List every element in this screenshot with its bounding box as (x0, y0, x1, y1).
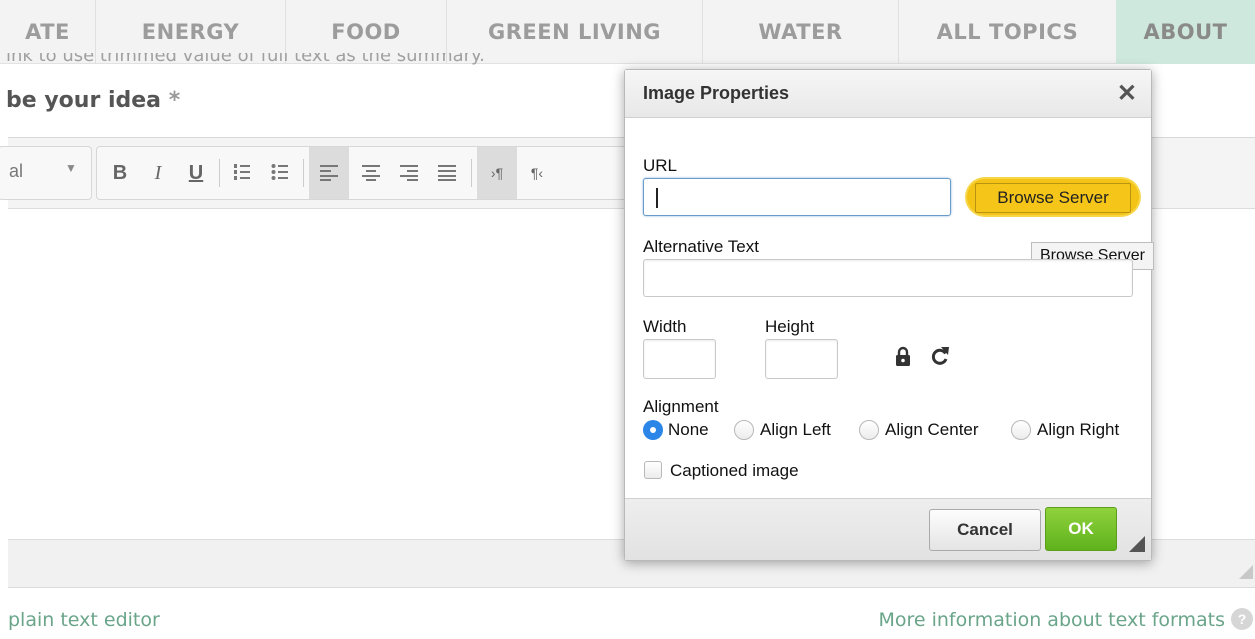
ok-button[interactable]: OK (1045, 507, 1117, 551)
plain-text-editor-link[interactable]: plain text editor (8, 609, 160, 631)
alignment-none-label[interactable]: None (668, 420, 709, 440)
alternative-text-input[interactable] (643, 259, 1133, 297)
alignment-label: Alignment (643, 397, 719, 416)
browse-server-button[interactable]: Browse Server (967, 179, 1139, 215)
url-label: URL (643, 156, 678, 175)
alignment-left-label[interactable]: Align Left (760, 420, 831, 440)
description-field-label: be your idea * (6, 88, 180, 113)
dialog-title: Image Properties (643, 83, 790, 103)
align-right-icon[interactable] (391, 147, 427, 199)
toolbar-divider (219, 159, 220, 187)
alignment-right-radio[interactable] (1011, 420, 1031, 440)
toolbar-divider (303, 159, 304, 187)
lock-ratio-icon[interactable] (895, 346, 911, 366)
alignment-left-radio[interactable] (734, 420, 754, 440)
height-input[interactable] (765, 339, 838, 379)
alternative-text-label: Alternative Text (643, 237, 759, 256)
close-icon[interactable]: ✕ (1117, 79, 1137, 108)
alignment-center-radio[interactable] (859, 420, 879, 440)
align-center-icon[interactable] (353, 147, 389, 199)
url-input[interactable] (643, 178, 951, 216)
summary-hint-text: ink to use trimmed value of full text as… (6, 53, 485, 66)
ltr-direction-icon[interactable]: ›¶ (477, 147, 517, 199)
resize-handle-icon[interactable] (1239, 565, 1253, 579)
chevron-down-icon: ▼ (65, 161, 77, 175)
justify-icon[interactable] (429, 147, 465, 199)
italic-button[interactable]: I (141, 147, 175, 199)
alignment-center-label[interactable]: Align Center (885, 420, 979, 440)
width-label: Width (643, 317, 687, 336)
numbered-list-icon[interactable] (225, 147, 259, 199)
dialog-header: Image Properties ✕ (625, 70, 1151, 118)
alignment-right-label[interactable]: Align Right (1037, 420, 1119, 440)
align-left-icon[interactable] (309, 147, 349, 199)
bulleted-list-icon[interactable] (263, 147, 297, 199)
captioned-image-checkbox[interactable] (644, 461, 662, 479)
nav-tab-all-topics[interactable]: ALL TOPICS (899, 0, 1116, 64)
nav-tab-green-living[interactable]: GREEN LIVING (447, 0, 702, 64)
bold-button[interactable]: B (103, 147, 137, 199)
dialog-footer: Cancel OK (625, 498, 1151, 560)
nav-tab-about[interactable]: ABOUT (1116, 0, 1255, 64)
field-label-text: be your idea (6, 88, 162, 113)
cancel-button[interactable]: Cancel (929, 509, 1041, 551)
underline-button[interactable]: U (179, 147, 213, 199)
help-icon[interactable]: ? (1231, 608, 1253, 630)
browse-server-label: Browse Server (975, 183, 1131, 213)
captioned-image-label[interactable]: Captioned image (670, 461, 799, 481)
image-properties-dialog: Image Properties ✕ URL Browse Server Bro… (624, 69, 1154, 561)
format-select[interactable]: al ▼ (0, 146, 92, 200)
formatting-button-group: B I U ›¶ ¶‹ (96, 146, 696, 200)
text-formats-info-link[interactable]: More information about text formats (878, 609, 1225, 631)
nav-tab-water[interactable]: WATER (703, 0, 898, 64)
width-input[interactable] (643, 339, 716, 379)
format-select-value: al (9, 161, 24, 181)
reset-size-icon[interactable] (930, 345, 950, 367)
text-cursor (656, 188, 658, 208)
rtl-direction-icon[interactable]: ¶‹ (519, 147, 555, 199)
toolbar-divider (471, 159, 472, 187)
dialog-resize-handle-icon[interactable] (1129, 536, 1145, 552)
height-label: Height (765, 317, 815, 336)
required-marker: * (168, 88, 181, 113)
alignment-none-radio[interactable] (643, 420, 663, 440)
